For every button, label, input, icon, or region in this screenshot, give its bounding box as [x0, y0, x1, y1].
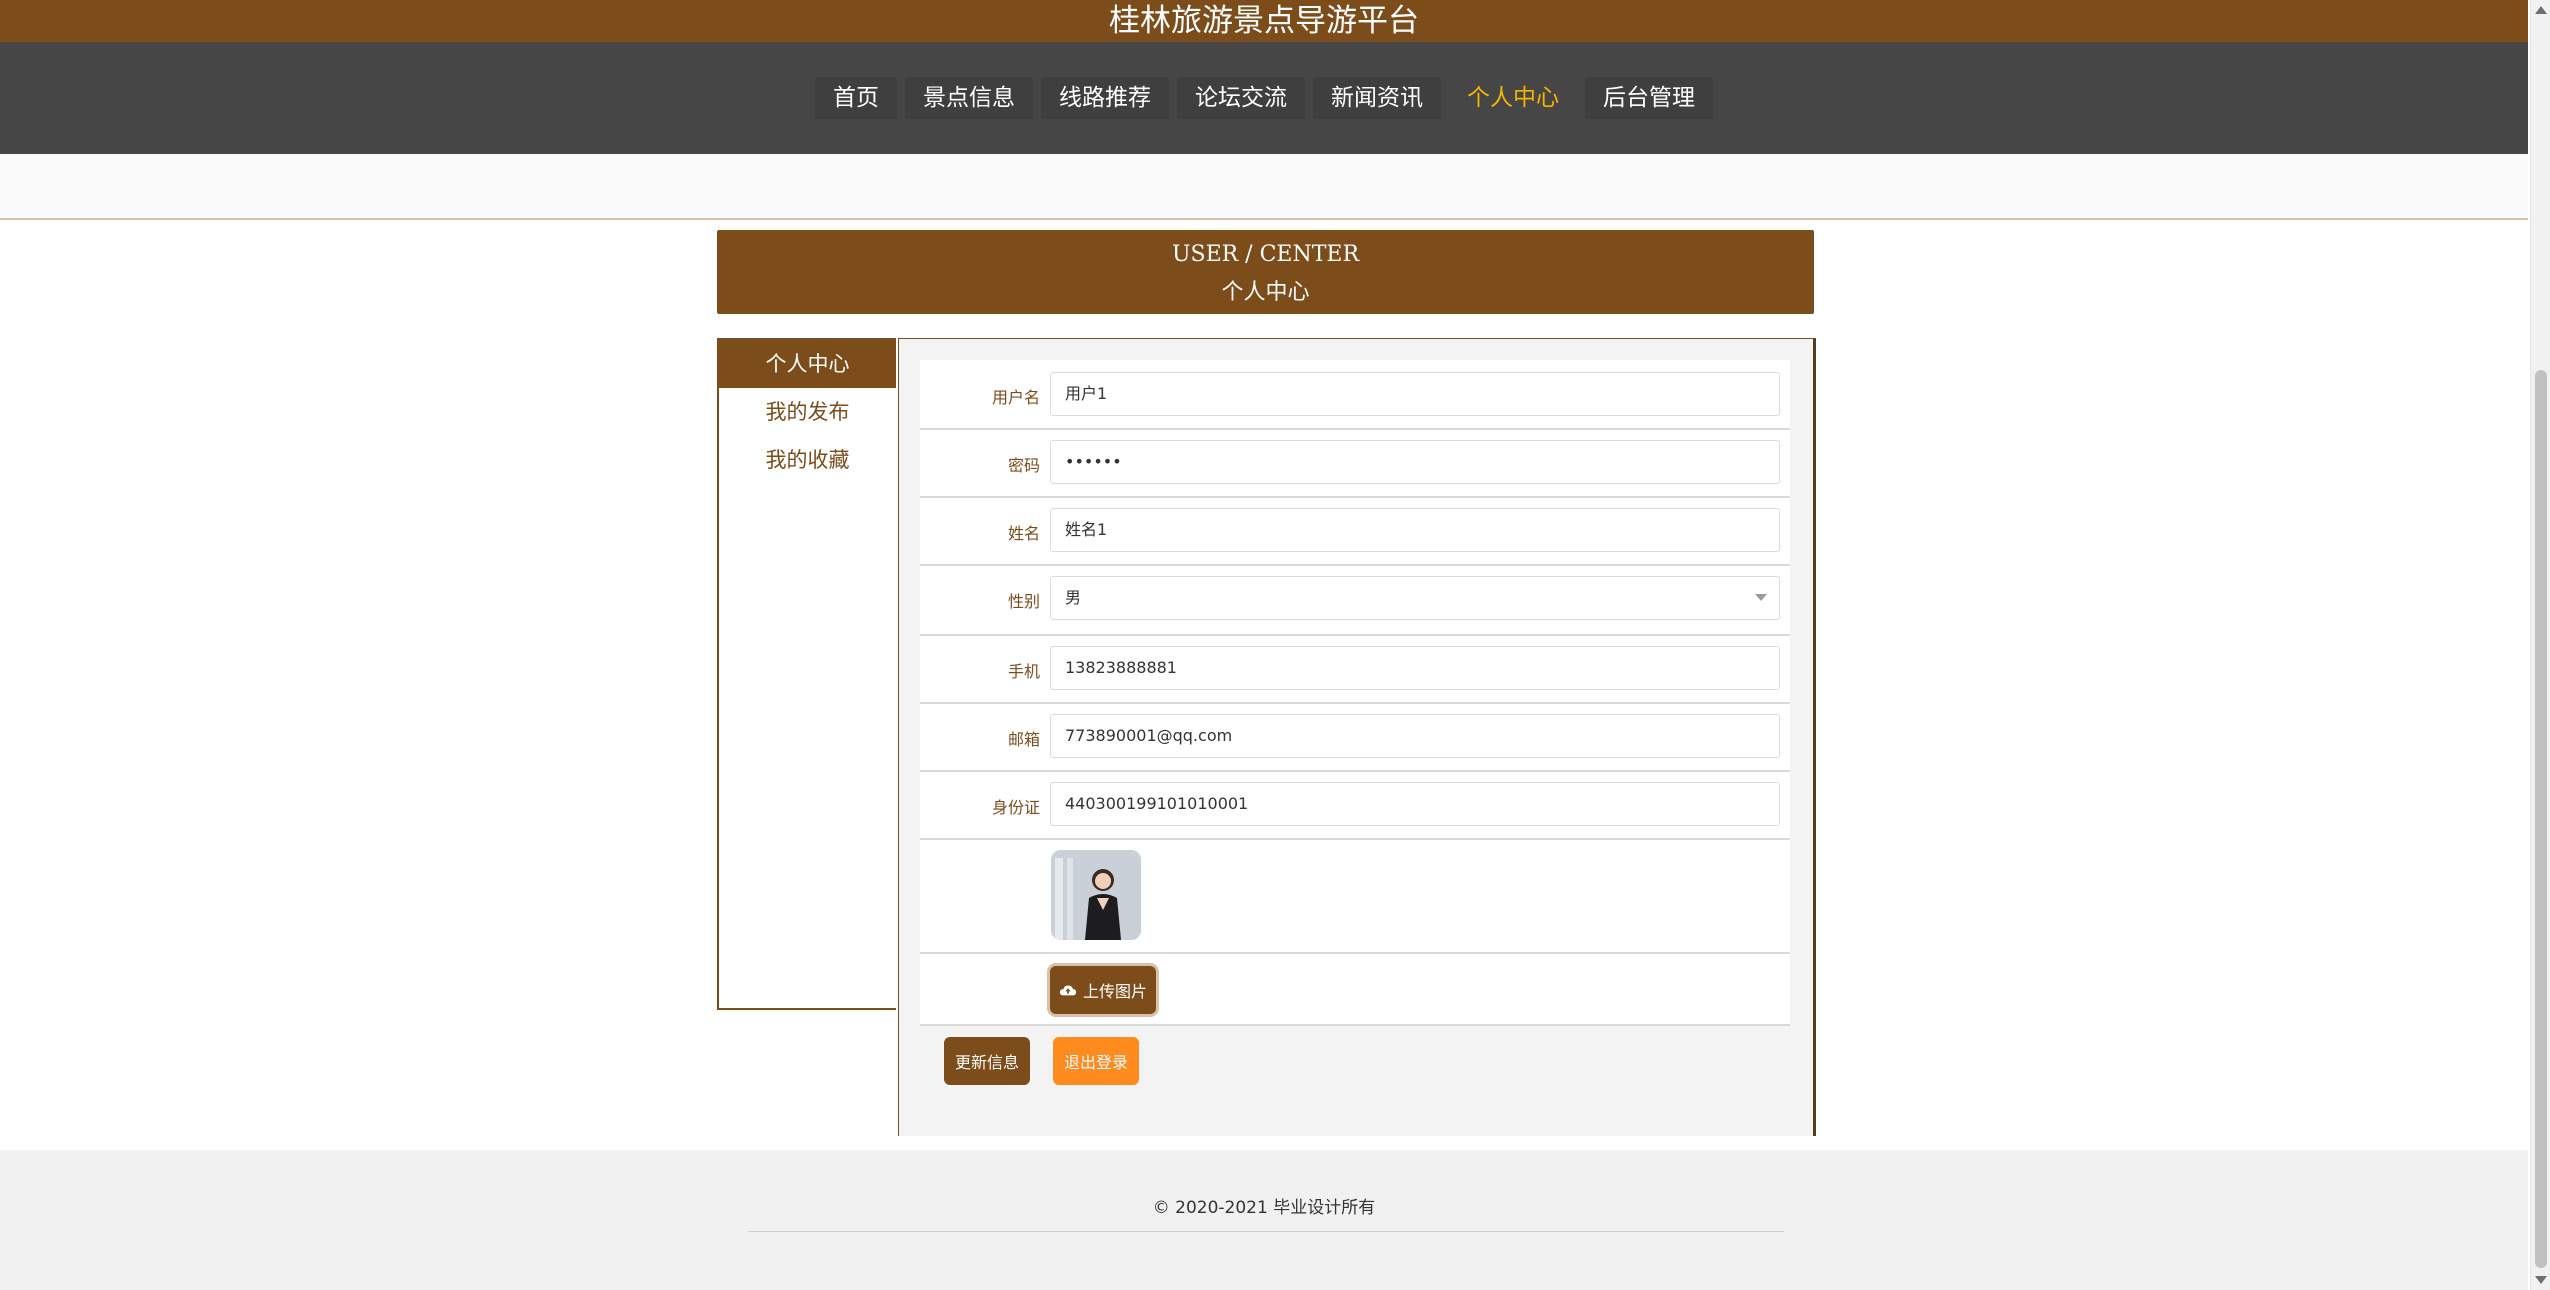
chevron-down-icon	[1755, 594, 1767, 601]
update-info-button[interactable]: 更新信息	[944, 1037, 1030, 1085]
upload-image-button[interactable]: 上传图片	[1050, 966, 1156, 1014]
page-scrollbar[interactable]	[2530, 0, 2550, 1290]
avatar-photo-icon	[1051, 850, 1141, 940]
user-sidebar: 个人中心 我的发布 我的收藏	[717, 338, 896, 1010]
phone-label: 手机	[1007, 662, 1040, 681]
sidebar-item-my-favorites[interactable]: 我的收藏	[719, 436, 896, 484]
nav-item-admin[interactable]: 后台管理	[1585, 77, 1713, 119]
nav-item-news[interactable]: 新闻资讯	[1313, 77, 1441, 119]
phone-input[interactable]: 13823888881	[1050, 646, 1780, 690]
sidebar-item-user-center[interactable]: 个人中心	[719, 340, 896, 388]
header-spacer-strip	[0, 154, 2528, 220]
form-row-upload: 上传图片	[920, 954, 1790, 1026]
name-label: 姓名	[1007, 524, 1040, 543]
form-row-username: 用户名 用户1	[920, 360, 1790, 430]
form-row-password: 密码 ••••••	[920, 430, 1790, 498]
nav-item-routes[interactable]: 线路推荐	[1041, 77, 1169, 119]
gender-label: 性别	[1007, 592, 1040, 611]
footer-copyright: © 2020-2021 毕业设计所有	[1152, 1198, 1376, 1218]
main-nav: 首页 景点信息 线路推荐 论坛交流 新闻资讯 个人中心 后台管理	[0, 42, 2528, 154]
email-input[interactable]: 773890001@qq.com	[1050, 714, 1780, 758]
scroll-thumb[interactable]	[2535, 370, 2547, 1268]
page-footer: © 2020-2021 毕业设计所有	[0, 1150, 2528, 1290]
section-title-en: USER / CENTER	[1171, 242, 1360, 267]
form-row-phone: 手机 13823888881	[920, 636, 1790, 704]
profile-form: 用户名 用户1 密码 •••••• 姓名 姓名1 性别 男 手机 1382388…	[920, 360, 1790, 1026]
gender-selected-value: 男	[1065, 588, 1082, 607]
username-input[interactable]: 用户1	[1050, 372, 1780, 416]
logout-button[interactable]: 退出登录	[1053, 1037, 1139, 1085]
section-title-cn: 个人中心	[1221, 280, 1310, 305]
nav-item-attractions[interactable]: 景点信息	[905, 77, 1033, 119]
form-row-email: 邮箱 773890001@qq.com	[920, 704, 1790, 772]
site-title: 桂林旅游景点导游平台	[1109, 3, 1419, 39]
gender-select[interactable]: 男	[1050, 576, 1780, 620]
nav-item-home[interactable]: 首页	[815, 77, 897, 119]
email-label: 邮箱	[1007, 730, 1040, 749]
avatar-image	[1051, 850, 1141, 940]
site-title-bar: 桂林旅游景点导游平台	[0, 0, 2528, 42]
password-label: 密码	[1007, 456, 1040, 475]
sidebar-item-my-posts[interactable]: 我的发布	[719, 388, 896, 436]
nav-list: 首页 景点信息 线路推荐 论坛交流 新闻资讯 个人中心 后台管理	[0, 42, 2528, 154]
form-row-id-card: 身份证 440300199101010001	[920, 772, 1790, 840]
nav-item-forum[interactable]: 论坛交流	[1177, 77, 1305, 119]
nav-item-user-center[interactable]: 个人中心	[1449, 77, 1577, 119]
form-row-gender: 性别 男	[920, 566, 1790, 636]
id-card-input[interactable]: 440300199101010001	[1050, 782, 1780, 826]
footer-divider	[748, 1231, 1784, 1232]
username-label: 用户名	[991, 388, 1040, 407]
upload-image-label: 上传图片	[1082, 982, 1147, 1001]
section-title-block: USER / CENTER 个人中心	[717, 230, 1814, 314]
cloud-upload-icon	[1059, 985, 1077, 996]
form-row-name: 姓名 姓名1	[920, 498, 1790, 566]
id-card-label: 身份证	[991, 798, 1040, 817]
password-input[interactable]: ••••••	[1050, 440, 1780, 484]
name-input[interactable]: 姓名1	[1050, 508, 1780, 552]
scroll-up-icon[interactable]	[2535, 6, 2547, 14]
form-row-avatar	[920, 840, 1790, 954]
scroll-down-icon[interactable]	[2535, 1276, 2547, 1284]
